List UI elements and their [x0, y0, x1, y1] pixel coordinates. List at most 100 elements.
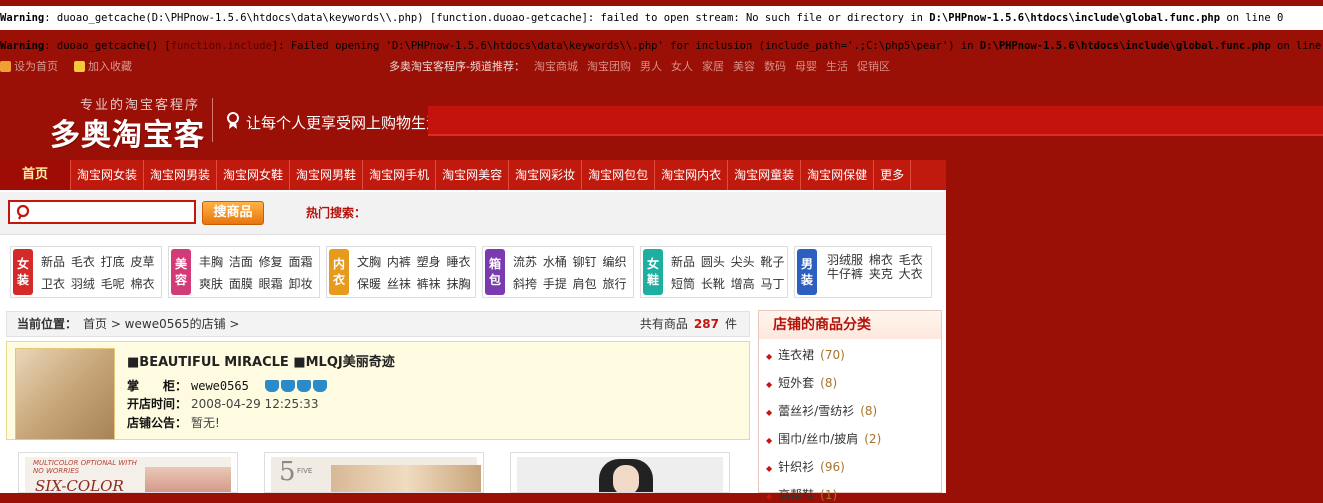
category-count: (70) — [820, 348, 845, 362]
product-photo — [331, 465, 481, 492]
nav-item[interactable]: 淘宝网手机 — [363, 160, 437, 190]
sidebar-category-item[interactable]: ◆ 连衣裙 (70) — [766, 346, 845, 363]
breadcrumb-path[interactable]: 首页 > wewe0565的店铺 > — [83, 312, 240, 336]
product-caption: 5 — [279, 457, 296, 487]
category-links[interactable]: 新品 圆头 尖头 靴子 — [671, 253, 784, 270]
channel-link[interactable]: 家居 — [702, 60, 724, 73]
shop-avatar[interactable] — [15, 348, 115, 440]
category-links[interactable]: 爽肤 面膜 眼霜 卸妆 — [199, 275, 312, 292]
category-name[interactable]: 针织衫 — [778, 460, 814, 474]
category-links[interactable]: 丰胸 洁面 修复 面霜 — [199, 253, 312, 270]
category-name[interactable]: 短外套 — [778, 376, 814, 390]
category-box: 男装羽绒服 棉衣 毛衣 牛仔裤 夹克 大衣 — [794, 246, 932, 298]
warning-line: on line 0 — [1276, 40, 1323, 52]
sidebar-category-item[interactable]: ◆ 针织衫 (96) — [766, 458, 845, 475]
channel-link[interactable]: 促销区 — [857, 60, 890, 73]
product-count: 共有商品 287 件 — [640, 312, 737, 336]
shop-name[interactable]: ■BEAUTIFUL MIRACLE ■MLQJ美丽奇迹 — [127, 351, 395, 370]
category-tag-char: 女 — [646, 257, 659, 271]
category-tag[interactable]: 女装 — [13, 249, 33, 295]
category-name[interactable]: 高帮鞋 — [778, 488, 814, 502]
category-name[interactable]: 围巾/丝巾/披肩 — [778, 432, 858, 446]
nav-item[interactable]: 淘宝网包包 — [582, 160, 656, 190]
nav-item[interactable]: 淘宝网保健 — [801, 160, 875, 190]
category-links[interactable]: 牛仔裤 夹克 大衣 — [827, 265, 923, 282]
category-tag[interactable]: 箱包 — [485, 249, 505, 295]
bullet-icon: ◆ — [766, 380, 773, 389]
product-card[interactable] — [510, 452, 730, 493]
category-tag[interactable]: 内衣 — [329, 249, 349, 295]
add-favorite-link[interactable]: 加入收藏 — [88, 58, 132, 76]
bullet-icon: ◆ — [766, 492, 773, 501]
category-tag[interactable]: 女鞋 — [643, 249, 663, 295]
warning-func-link[interactable]: function.include — [171, 40, 272, 52]
channel-link[interactable]: 美容 — [733, 60, 755, 73]
category-links[interactable]: 流苏 水桶 铆钉 编织 — [513, 253, 626, 270]
channel-link[interactable]: 母婴 — [795, 60, 817, 73]
category-box: 内衣文胸 内裤 塑身 睡衣 保暖 丝袜 裤袜 抹胸 — [326, 246, 476, 298]
warning-line: on line 0 — [1220, 12, 1284, 24]
category-tag-char: 内 — [332, 257, 345, 271]
category-name[interactable]: 蕾丝衫/雪纺衫 — [778, 404, 854, 418]
category-links[interactable]: 卫衣 羽绒 毛呢 棉衣 — [41, 275, 154, 292]
nav-item[interactable]: 淘宝网内衣 — [655, 160, 729, 190]
nav-item[interactable]: 淘宝网美容 — [436, 160, 510, 190]
sidebar-category-item[interactable]: ◆ 短外套 (8) — [766, 374, 837, 391]
bullet-icon: ◆ — [766, 352, 773, 361]
nav-item[interactable]: 淘宝网童装 — [728, 160, 802, 190]
site-slogan: 让每个人更享受网上购物生活 — [246, 114, 442, 132]
category-name[interactable]: 连衣裙 — [778, 348, 814, 362]
search-input[interactable] — [8, 200, 196, 224]
nav-item[interactable]: 淘宝网女鞋 — [217, 160, 291, 190]
channel-link[interactable]: 淘宝商城 — [534, 60, 578, 73]
category-box: 女装新品 毛衣 打底 皮草 卫衣 羽绒 毛呢 棉衣 — [10, 246, 162, 298]
product-image[interactable]: MULTICOLOR OPTIONAL WITH NO WORRIES SIX-… — [25, 457, 231, 492]
site-logo[interactable]: 多奥淘宝客 — [50, 110, 205, 154]
count-suffix: 件 — [724, 317, 737, 331]
nav-item[interactable]: 淘宝网男鞋 — [290, 160, 364, 190]
header-divider — [212, 98, 213, 142]
category-tag[interactable]: 美容 — [171, 249, 191, 295]
sidebar-category-item[interactable]: ◆ 高帮鞋 (1) — [766, 486, 837, 503]
category-links[interactable]: 保暖 丝袜 裤袜 抹胸 — [357, 275, 470, 292]
category-links[interactable]: 新品 毛衣 打底 皮草 — [41, 253, 154, 270]
channel-link[interactable]: 男人 — [640, 60, 662, 73]
channel-link[interactable]: 淘宝团购 — [587, 60, 631, 73]
channel-link[interactable]: 生活 — [826, 60, 848, 73]
category-tag-char: 箱 — [488, 257, 501, 271]
category-links[interactable]: 斜挎 手提 肩包 旅行 — [513, 275, 626, 292]
warning-prefix: Warning — [0, 12, 45, 24]
product-image[interactable] — [517, 457, 723, 492]
shop-open-time: 开店时间： 2008-04-29 12:25:33 — [127, 395, 318, 412]
nav-item[interactable]: 淘宝网彩妆 — [509, 160, 583, 190]
nav-item[interactable]: 更多 — [874, 160, 912, 190]
product-card[interactable]: 5 FIVE — [264, 452, 484, 493]
category-links[interactable]: 短筒 长靴 增高 马丁 — [671, 275, 784, 292]
product-card[interactable]: MULTICOLOR OPTIONAL WITH NO WORRIES SIX-… — [18, 452, 238, 493]
sidebar-category-item[interactable]: ◆ 蕾丝衫/雪纺衫 (8) — [766, 402, 877, 419]
category-tag[interactable]: 男装 — [797, 249, 817, 295]
owner-value[interactable]: wewe0565 — [191, 379, 249, 393]
channel-link[interactable]: 女人 — [671, 60, 693, 73]
product-image[interactable]: 5 FIVE — [271, 457, 481, 492]
search-button[interactable]: 搜商品 — [202, 201, 264, 225]
crown-icon — [297, 380, 311, 392]
channel-label: 多奥淘宝客程序-频道推荐： — [389, 60, 525, 73]
category-links[interactable]: 文胸 内裤 塑身 睡衣 — [357, 253, 470, 270]
warning-text: ]: Failed opening 'D:\PHPnow-1.5.6\htdoc… — [271, 40, 980, 52]
shop-owner: 掌 柜： wewe0565 — [127, 377, 249, 394]
php-warning-2: Warning: duoao_getcache() [function.incl… — [0, 34, 1323, 58]
nav-home[interactable]: 首页 — [0, 160, 71, 190]
channel-link[interactable]: 数码 — [764, 60, 786, 73]
nav-item[interactable]: 淘宝网女装 — [71, 160, 145, 190]
open-label: 开店时间： — [127, 397, 188, 411]
set-homepage-link[interactable]: 设为首页 — [14, 58, 58, 76]
product-small-text: MULTICOLOR OPTIONAL WITH NO WORRIES — [33, 459, 137, 475]
nav-item[interactable]: 淘宝网男装 — [144, 160, 218, 190]
channel-recommend: 多奥淘宝客程序-频道推荐： 淘宝商城 淘宝团购 男人 女人 家居 美容 数码 母婴 生活 促销区 — [389, 58, 890, 76]
category-tag-char: 美 — [174, 257, 187, 271]
owner-label: 掌 柜： — [127, 379, 188, 393]
sidebar-category-item[interactable]: ◆ 围巾/丝巾/披肩 (2) — [766, 430, 881, 447]
search-icon — [16, 204, 30, 220]
breadcrumb-label: 当前位置： — [17, 317, 78, 331]
